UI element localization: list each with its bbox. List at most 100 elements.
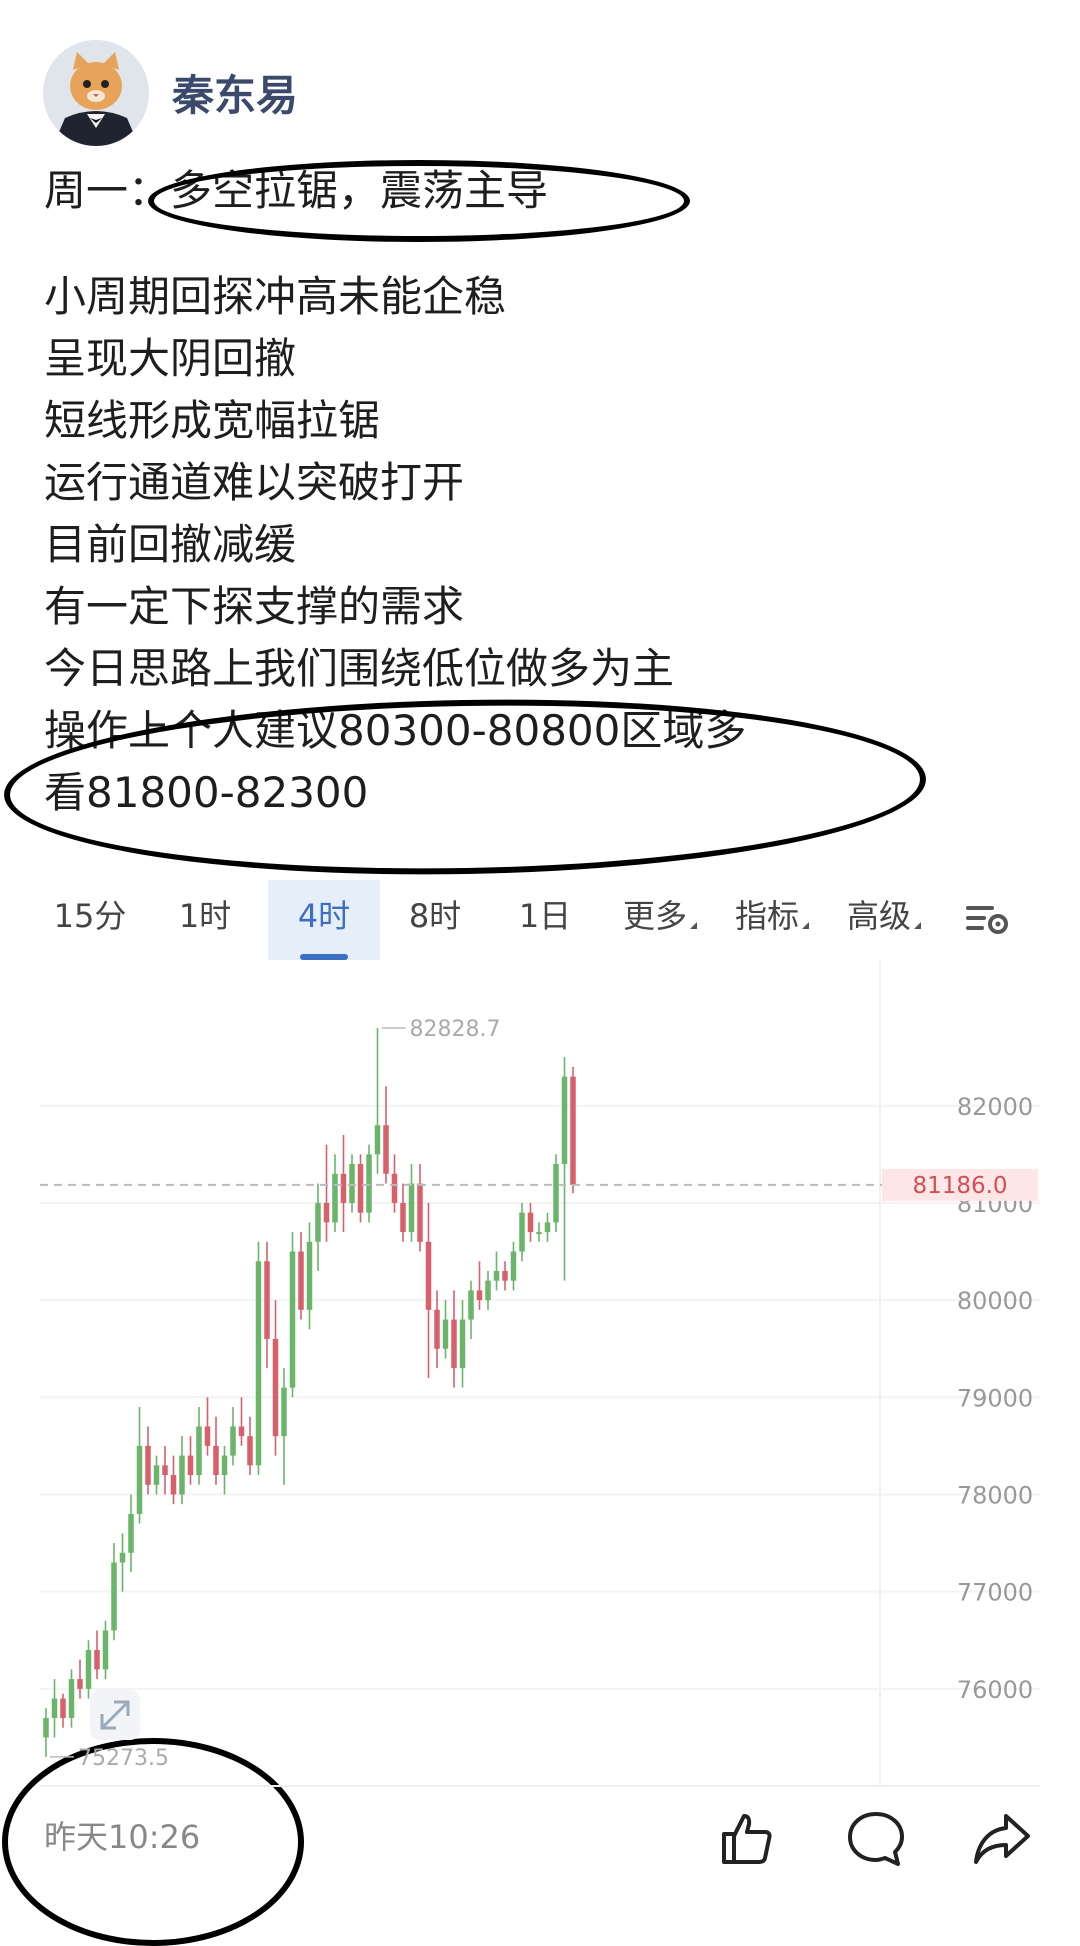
candle-body — [272, 1338, 279, 1437]
post-line: 周一：多空拉锯，震荡主导 — [44, 166, 549, 215]
candle-body — [476, 1290, 483, 1301]
post-line: 运行通道难以突破打开 — [44, 458, 465, 507]
high-price-label: 82828.7 — [410, 1017, 501, 1042]
y-tick-label: 77000 — [957, 1579, 1033, 1607]
candle-body — [451, 1319, 457, 1369]
candle-body — [391, 1173, 398, 1203]
post-line: 短线形成宽幅拉锯 — [44, 396, 381, 445]
tab-advanced[interactable]: 高级 — [834, 880, 934, 960]
candle-body — [281, 1387, 287, 1437]
post-body: 周一：多空拉锯，震荡主导 小周期回探冲高未能企稳 呈现大阴回撤 短线形成宽幅拉锯… — [44, 160, 1044, 824]
post-line: 看81800-82300 — [44, 768, 369, 817]
candle-body — [536, 1232, 542, 1235]
candle-body — [111, 1562, 117, 1631]
candle-body — [323, 1202, 330, 1223]
chart-settings-icon — [966, 906, 1008, 934]
candle-body — [196, 1426, 202, 1476]
candle-body — [230, 1426, 236, 1456]
tab-1d[interactable]: 1日 — [500, 880, 590, 960]
post-line: 呈现大阴回撤 — [44, 334, 297, 383]
candle-body — [264, 1261, 270, 1339]
comment-icon — [848, 1812, 904, 1866]
candle-body — [349, 1164, 355, 1203]
candle-body — [425, 1241, 432, 1310]
candle-body — [417, 1183, 423, 1242]
candle-body — [400, 1202, 406, 1233]
candle-body — [94, 1649, 100, 1670]
candle-body — [527, 1212, 534, 1233]
candle-body — [459, 1319, 466, 1369]
candle-body — [238, 1426, 245, 1437]
candle-body — [306, 1241, 313, 1310]
candle-body — [298, 1251, 304, 1310]
candle-body — [502, 1270, 508, 1281]
share-icon — [974, 1814, 1030, 1864]
post-line: 目前回撤减缓 — [44, 520, 297, 569]
dropdown-caret-icon — [914, 922, 921, 929]
y-tick-label: 80000 — [957, 1287, 1033, 1315]
author-name[interactable]: 秦东易 — [172, 62, 298, 123]
candle-body — [77, 1679, 83, 1689]
post-timestamp: 昨天10:26 — [44, 1818, 201, 1856]
candle-body — [170, 1475, 177, 1495]
current-price-label: 81186.0 — [912, 1173, 1007, 1199]
post-line: 有一定下探支撑的需求 — [44, 582, 465, 631]
comment-button[interactable] — [846, 1808, 906, 1868]
candle-body — [510, 1251, 517, 1281]
candle-body — [357, 1164, 364, 1213]
tab-8h[interactable]: 8时 — [390, 880, 480, 960]
candle-body — [102, 1630, 109, 1670]
candle-body — [179, 1455, 185, 1495]
avatar[interactable] — [43, 40, 149, 146]
candlestick-chart[interactable]: 82000810008000079000780007700076000 8282… — [40, 960, 1040, 1790]
candle-body — [374, 1125, 381, 1155]
chart-settings-button[interactable] — [958, 880, 1018, 960]
tab-more[interactable]: 更多 — [610, 880, 710, 960]
candle-body — [187, 1455, 194, 1476]
expand-chart-button[interactable] — [90, 1690, 140, 1740]
candle-body — [315, 1202, 321, 1242]
candle-body — [145, 1445, 151, 1485]
y-tick-label: 78000 — [957, 1481, 1033, 1509]
candle-body — [60, 1698, 66, 1718]
candle-body — [366, 1154, 372, 1213]
candle-body — [442, 1319, 449, 1349]
tab-indicators[interactable]: 指标 — [722, 880, 822, 960]
candle-body — [68, 1679, 75, 1718]
candle-body — [408, 1183, 415, 1233]
candle-body — [43, 1717, 49, 1738]
cat-avatar-icon — [43, 40, 149, 146]
y-tick-label: 79000 — [957, 1384, 1033, 1412]
y-tick-label: 76000 — [957, 1676, 1033, 1704]
candle-body — [289, 1251, 296, 1388]
tab-1h[interactable]: 1时 — [160, 880, 250, 960]
tab-4h[interactable]: 4时 — [268, 880, 380, 960]
candle-body — [485, 1280, 491, 1301]
candle-body — [255, 1261, 262, 1466]
candle-body — [204, 1426, 211, 1446]
candle-body — [128, 1513, 134, 1553]
candle-body — [493, 1270, 500, 1281]
candle-body — [340, 1173, 347, 1203]
candle-body — [119, 1552, 126, 1563]
candle-body — [51, 1698, 58, 1718]
candle-body — [544, 1222, 551, 1233]
post-line-blank — [44, 222, 1044, 266]
post-line: 小周期回探冲高未能企稳 — [44, 272, 507, 321]
candle-body — [85, 1649, 92, 1689]
post-line: 今日思路上我们围绕低位做多为主 — [44, 644, 675, 693]
candle-body — [247, 1436, 253, 1466]
dropdown-caret-icon — [802, 922, 809, 929]
like-button[interactable] — [716, 1808, 776, 1868]
timeframe-tabs: 15分 1时 4时 8时 1日 更多 指标 高级 — [40, 880, 1040, 960]
like-icon — [722, 1814, 772, 1864]
candle-body — [553, 1164, 559, 1223]
candle-body — [213, 1445, 219, 1476]
candle-body — [434, 1309, 440, 1349]
share-button[interactable] — [972, 1808, 1032, 1868]
tab-15m[interactable]: 15分 — [40, 880, 140, 960]
candle-body — [136, 1445, 143, 1514]
dropdown-caret-icon — [690, 922, 697, 929]
candle-body — [221, 1455, 228, 1476]
post-line: 操作上个人建议80300-80800区域多 — [44, 706, 747, 755]
